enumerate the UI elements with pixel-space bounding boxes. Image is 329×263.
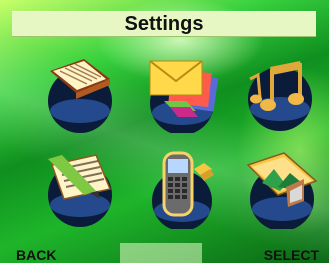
image-icon	[246, 152, 318, 229]
menu-item-phone[interactable]	[140, 145, 224, 229]
notepad-icon	[48, 154, 112, 227]
phone-icon	[152, 151, 214, 229]
phone-screen: Settings BACK SELECT	[0, 0, 329, 263]
select-softkey[interactable]: SELECT	[264, 241, 319, 263]
menu-item-gallery[interactable]	[240, 145, 324, 229]
envelope-icon	[149, 60, 219, 133]
back-softkey[interactable]: BACK	[16, 241, 56, 263]
page-title: Settings	[124, 13, 204, 35]
title-bar: Settings	[12, 11, 316, 37]
menu-item-music[interactable]	[240, 49, 324, 133]
menu-item-messages[interactable]	[140, 49, 224, 133]
menu-item-notes[interactable]	[40, 145, 124, 229]
book-icon	[48, 59, 112, 133]
menu-item-book[interactable]	[40, 49, 124, 133]
music-note-icon	[248, 61, 312, 131]
softkey-bar: BACK SELECT	[0, 241, 329, 263]
softkey-middle	[120, 243, 202, 263]
